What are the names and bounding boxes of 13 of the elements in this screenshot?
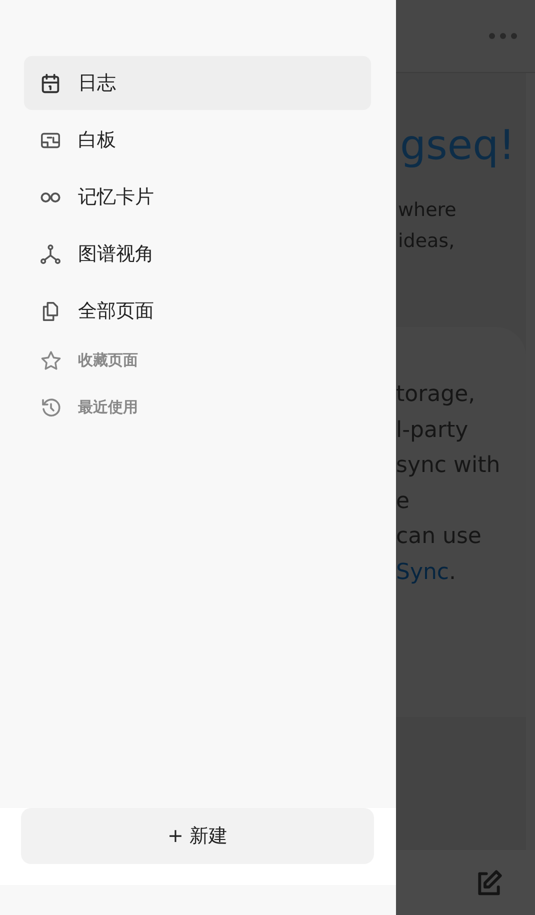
history-icon: [39, 396, 63, 420]
star-icon: [39, 348, 63, 372]
nav-item[interactable]: 记忆卡片: [24, 170, 371, 224]
nav-item[interactable]: 白板: [24, 113, 371, 167]
nav-item[interactable]: 全部页面: [24, 284, 371, 338]
nav-item[interactable]: 图谱视角: [24, 227, 371, 281]
new-button[interactable]: + 新建: [21, 808, 374, 864]
nav-item[interactable]: 日志: [24, 56, 371, 110]
period-text: .: [449, 560, 456, 585]
graph-icon: [39, 242, 62, 266]
calendar-icon: [39, 72, 62, 94]
page-title: gseq!: [399, 120, 516, 171]
more-icon[interactable]: [488, 32, 518, 40]
